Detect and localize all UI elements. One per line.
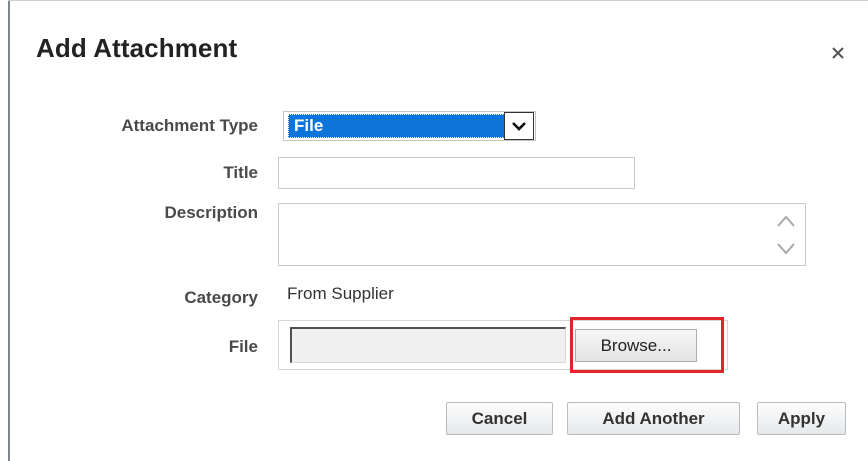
attachment-type-label: Attachment Type — [121, 116, 258, 135]
apply-button[interactable]: Apply — [757, 402, 846, 435]
dialog-title: Add Attachment — [36, 33, 238, 63]
window-top-border — [8, 0, 868, 1]
file-path-field[interactable] — [290, 327, 566, 363]
chevron-down-icon[interactable] — [775, 240, 797, 258]
attachment-type-selected-option[interactable]: File — [288, 112, 534, 140]
add-another-button[interactable]: Add Another — [567, 402, 740, 435]
chevron-down-icon — [512, 122, 526, 131]
category-value: From Supplier — [287, 284, 394, 303]
file-label: File — [228, 337, 258, 356]
description-textarea[interactable] — [278, 203, 806, 266]
attachment-type-select[interactable]: File — [283, 111, 536, 141]
category-label: Category — [184, 288, 258, 307]
title-label: Title — [223, 163, 258, 182]
chevron-up-icon[interactable] — [775, 212, 797, 230]
add-attachment-dialog: Add Attachment Attachment Type File Titl… — [0, 0, 868, 461]
close-icon — [832, 47, 844, 59]
close-button[interactable] — [825, 40, 851, 66]
attachment-type-value: File — [294, 116, 324, 135]
dropdown-toggle[interactable] — [504, 112, 534, 140]
description-label: Description — [164, 203, 258, 222]
cancel-button[interactable]: Cancel — [446, 402, 553, 435]
file-upload-control: Browse... — [278, 320, 728, 370]
browse-button[interactable]: Browse... — [575, 329, 697, 362]
description-scrollbar[interactable] — [775, 208, 797, 262]
title-input[interactable] — [278, 157, 635, 189]
window-left-border — [8, 0, 10, 461]
